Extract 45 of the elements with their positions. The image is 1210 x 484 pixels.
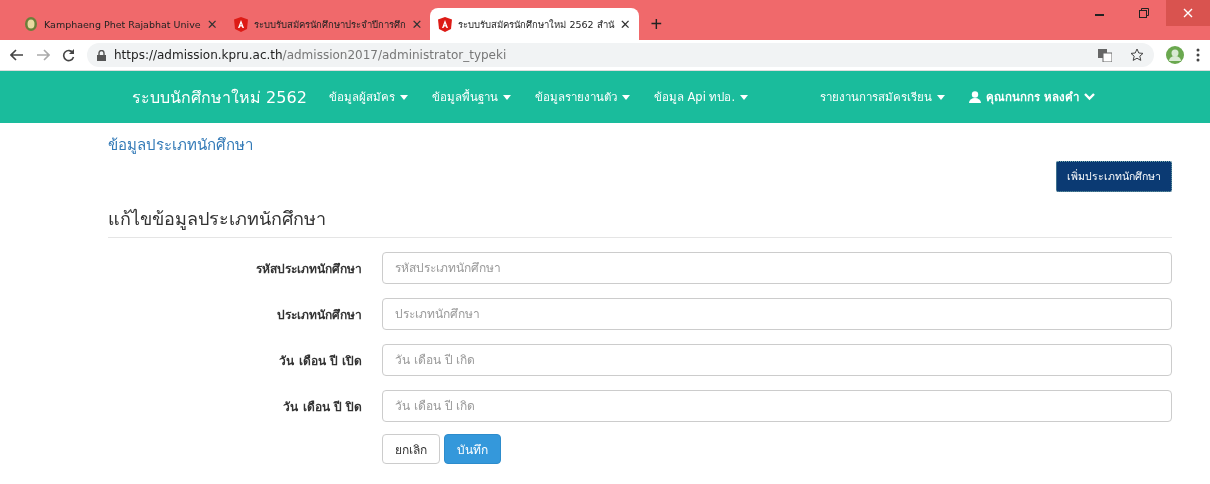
shield-icon <box>438 16 453 32</box>
form-heading: แก้ไขข้อมูลประเภทนักศึกษา <box>108 204 1172 238</box>
nav-menu[interactable]: ข้อมูลรายงานตัว <box>534 88 630 106</box>
seal-icon <box>24 16 38 32</box>
nav-menu[interactable]: ข้อมูลผู้สมัคร <box>328 88 408 106</box>
back-icon[interactable] <box>10 49 24 61</box>
user-icon <box>969 91 982 103</box>
caret-icon <box>502 94 511 100</box>
new-tab-button[interactable]: + <box>646 13 667 36</box>
star-icon[interactable] <box>1130 48 1144 62</box>
save-button[interactable]: บันทึก <box>444 434 501 464</box>
browser-tab[interactable]: ระบบรับสมัครนักศึกษาใหม่ 2562 สำนั ✕ <box>430 8 639 40</box>
page-title: ข้อมูลประเภทนักศึกษา <box>108 135 254 156</box>
input-field[interactable]: วัน เดือน ปี เกิด <box>382 390 1172 422</box>
field-label: ประเภทนักศึกษา <box>276 306 362 324</box>
caret-icon <box>621 94 630 100</box>
close-icon[interactable]: ✕ <box>411 16 423 32</box>
chevron-icon <box>1084 93 1096 101</box>
add-button[interactable]: เพิ่มประเภทนักศึกษา <box>1056 161 1172 192</box>
browser-tab[interactable]: ระบบรับสมัครนักศึกษาประจำปีการศึก ✕ <box>225 8 431 40</box>
user-menu[interactable]: คุณกนกกร หลงคำ <box>969 88 1096 106</box>
menu-icon[interactable] <box>1196 48 1200 62</box>
caret-icon <box>740 94 749 100</box>
reload-icon[interactable] <box>62 48 75 62</box>
field-label: รหัสประเภทนักศึกษา <box>255 260 362 278</box>
nav-menu[interactable]: ข้อมูล Api ทปอ. <box>653 88 749 106</box>
input-field[interactable]: ประเภทนักศึกษา <box>382 298 1172 330</box>
field-label: วัน เดือน ปี ปิด <box>282 398 362 416</box>
browser-tab[interactable]: Kamphaeng Phet Rajabhat Unive ✕ <box>16 8 226 40</box>
nav-menu[interactable]: รายงานการสมัครเรียน <box>820 88 946 106</box>
cancel-button[interactable]: ยกเลิก <box>382 434 440 464</box>
caret-icon <box>937 94 946 100</box>
field-label: วัน เดือน ปี เปิด <box>278 352 362 370</box>
translate-icon[interactable] <box>1098 48 1112 62</box>
address-bar[interactable]: https://admission.kpru.ac.th/admission2017/administrator_typeki <box>87 43 1154 67</box>
brand-title[interactable]: ระบบนักศึกษาใหม่ 2562 <box>132 84 307 110</box>
input-field[interactable]: วัน เดือน ปี เกิด <box>382 344 1172 376</box>
shield-icon <box>233 16 248 32</box>
caret-icon <box>399 94 408 100</box>
lock-icon <box>97 49 106 61</box>
nav-menu[interactable]: ข้อมูลพื้นฐาน <box>431 88 511 106</box>
avatar-icon[interactable] <box>1166 46 1184 64</box>
close-icon[interactable]: ✕ <box>619 16 631 32</box>
close-icon[interactable]: ✕ <box>206 16 218 32</box>
input-field[interactable]: รหัสประเภทนักศึกษา <box>382 252 1172 284</box>
